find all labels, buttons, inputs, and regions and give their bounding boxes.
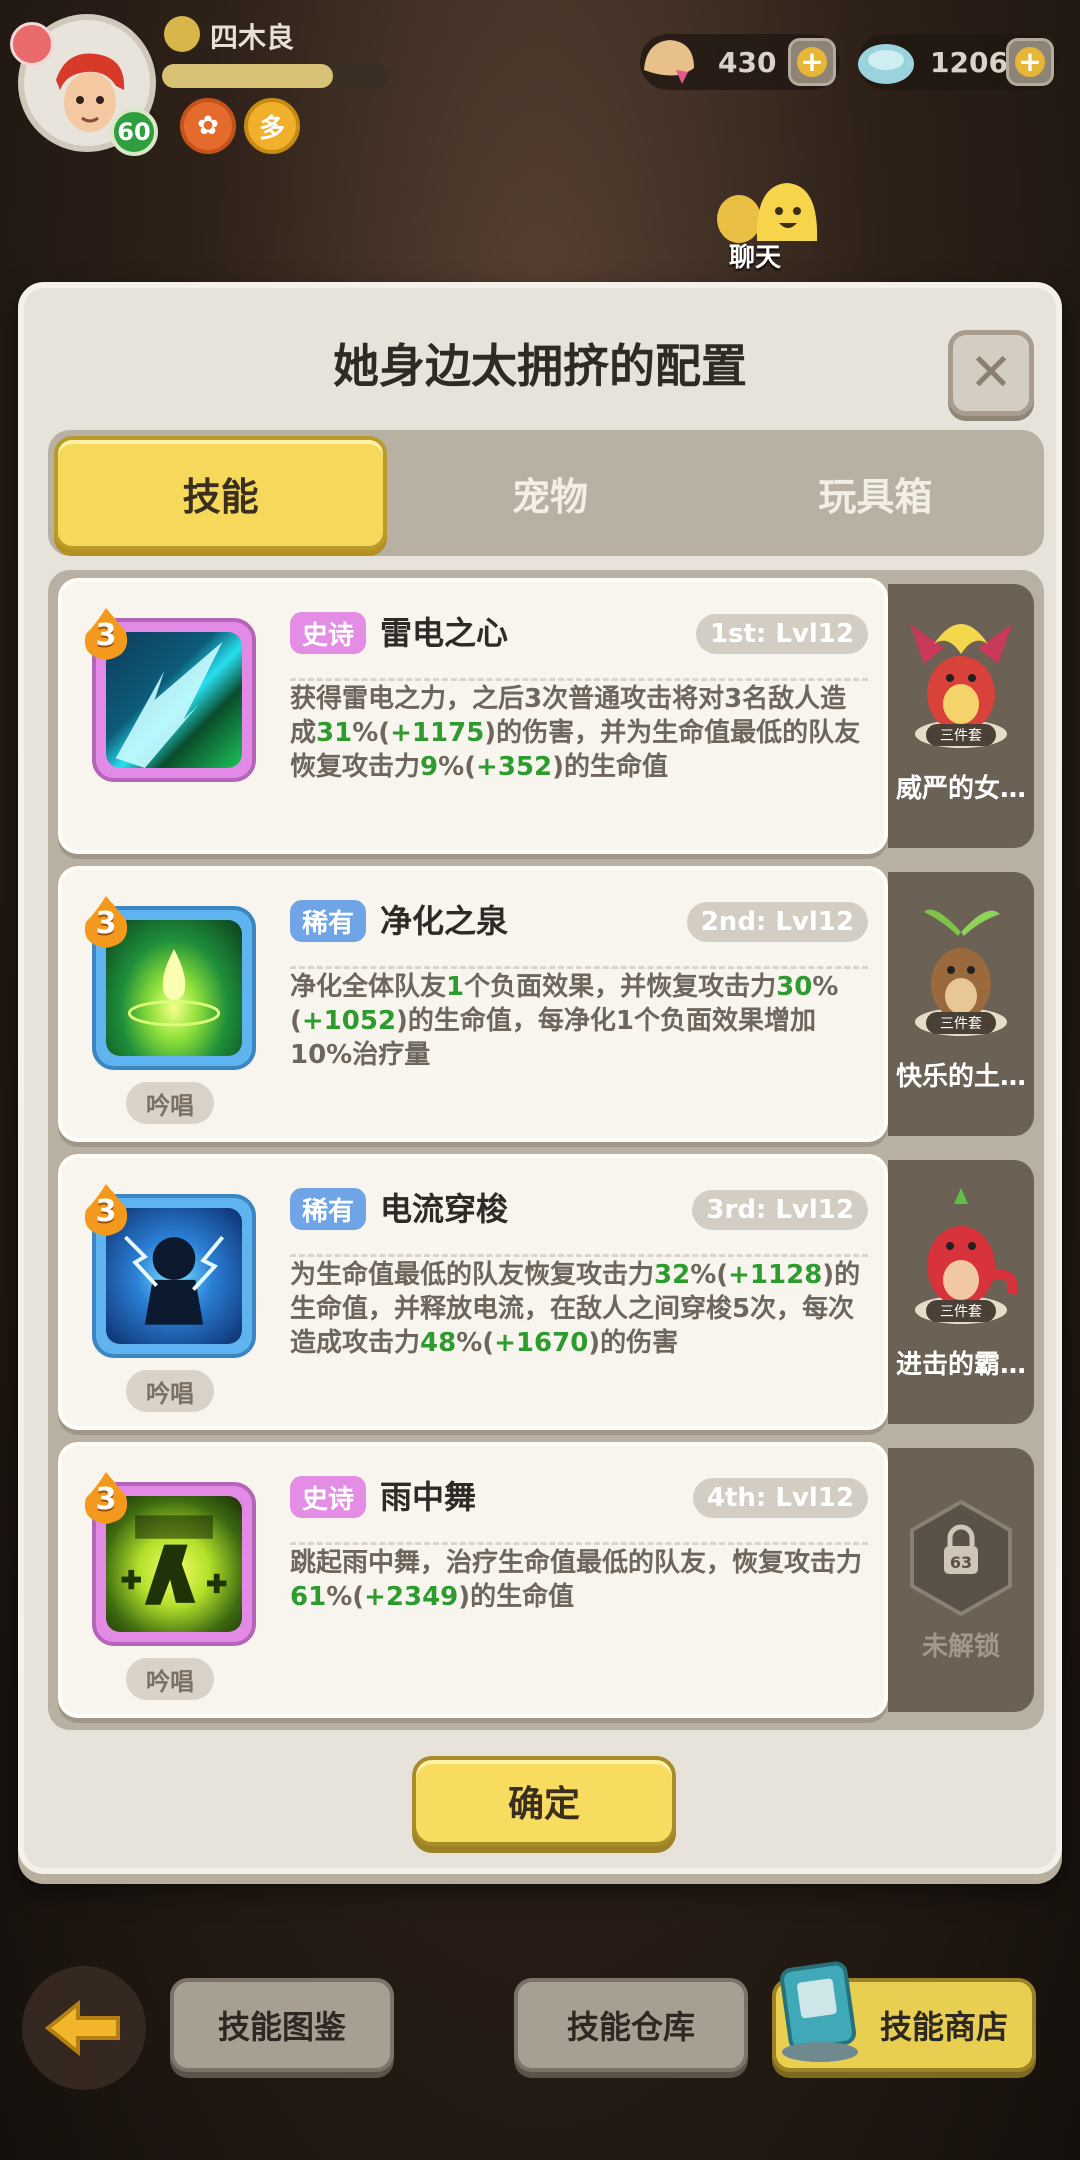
skill-card[interactable]: 3 吟唱 史诗 雨中舞 4th: Lvl12 跳起雨中舞，治疗生命值最低的队友，… [58, 1442, 888, 1718]
gold-shell-amount: 430 [718, 45, 777, 79]
divider [290, 966, 868, 969]
chat-button[interactable]: 聊天 [705, 175, 845, 285]
diamond-shell-icon [858, 44, 914, 84]
add-gold-shell-button[interactable]: + [788, 38, 836, 86]
locked-pet-slot: 63 未解锁 [888, 1448, 1034, 1712]
pet-name: 进击的霸… [895, 1350, 1026, 1380]
linked-pet-slot[interactable]: 三件套 进击的霸… [888, 1160, 1034, 1424]
skill-description: 获得雷电之力，之后3次普通攻击将对3名敌人造成31%(+1175)的伤害，并为生… [290, 684, 861, 782]
rarity-badge: 稀有 [290, 1188, 367, 1230]
back-button[interactable] [22, 1966, 146, 2090]
chant-tag: 吟唱 [126, 1082, 214, 1124]
player-name: 四木良 [210, 21, 295, 54]
experience-bar [162, 64, 390, 88]
skill-level: 3 [95, 1482, 117, 1517]
skill-card[interactable]: 3 吟唱 稀有 电流穿梭 3rd: Lvl12 为生命值最低的队友恢复攻击力32… [58, 1154, 888, 1430]
tab-bar: 技能 宠物 玩具箱 [48, 430, 1044, 556]
skill-list: 3 史诗 雷电之心 1st: Lvl12 获得雷电之力，之后3次普通攻击将对3名… [48, 570, 1044, 1730]
skill-description: 为生命值最低的队友恢复攻击力32%(+1128)的生命值，并释放电流，在敌人之间… [290, 1260, 861, 1358]
skill-row: 3 吟唱 史诗 雨中舞 4th: Lvl12 跳起雨中舞，治疗生命值最低的队友，… [58, 1442, 1034, 1718]
confirm-button[interactable]: 确定 [412, 1756, 676, 1846]
skill-name: 电流穿梭 [380, 1190, 509, 1228]
rarity-badge: 史诗 [290, 612, 367, 654]
pet-name: 快乐的土… [895, 1062, 1026, 1092]
linked-pet-slot[interactable]: 三件套 威严的女… [888, 584, 1034, 848]
chant-tag: 吟唱 [126, 1658, 214, 1700]
locked-label: 未解锁 [921, 1632, 1000, 1662]
skill-shop-machine-icon [780, 1961, 858, 2062]
player-level-badge: 60 [110, 108, 158, 156]
divider [290, 678, 868, 681]
skill-name: 雷电之心 [380, 614, 509, 652]
diamond-shell-counter: 1206 + [858, 34, 1058, 90]
skill-level: 3 [95, 906, 117, 941]
skill-row: 3 吟唱 稀有 净化之泉 2nd: Lvl12 净化全体队友1个负面效果，并恢复… [58, 866, 1034, 1142]
skill-shop-label: 技能商店 [879, 2008, 1008, 2046]
player-title-icon [164, 16, 200, 52]
avatar-frame-badge-icon [10, 22, 54, 66]
skill-slot-tag: 3rd: Lvl12 [692, 1190, 868, 1230]
diamond-shell-amount: 1206 [930, 45, 1008, 79]
experience-bar-fill [162, 64, 333, 88]
top-hud: 60 四木良 ✿ 多 430 + 1206 + 聊天 [0, 0, 1080, 273]
skill-level: 3 [95, 1194, 117, 1229]
add-diamond-shell-button[interactable]: + [1006, 38, 1054, 86]
unlock-level: 63 [950, 1553, 972, 1572]
divider [290, 1542, 868, 1545]
close-button[interactable]: ✕ [948, 330, 1034, 416]
pet-set-label: 三件套 [926, 1300, 996, 1322]
skill-name: 净化之泉 [380, 902, 509, 940]
guild-badge-icon[interactable]: ✿ [180, 98, 236, 154]
vip-badge-icon[interactable]: 多 [244, 98, 300, 154]
skill-shop-button[interactable]: 技能商店 [772, 1961, 1036, 2072]
back-arrow-icon [44, 1999, 120, 2057]
linked-pet-slot[interactable]: 三件套 快乐的土… [888, 872, 1034, 1136]
skill-slot-tag: 4th: Lvl12 [692, 1478, 868, 1518]
skill-slot-tag: 1st: Lvl12 [695, 614, 868, 654]
rarity-badge: 稀有 [290, 900, 367, 942]
loadout-dialog: 她身边太拥挤的配置 ✕ 技能 宠物 玩具箱 3 史诗 雷电之心 1st: Lvl… [18, 282, 1062, 1874]
skill-storage-button[interactable]: 技能仓库 [514, 1978, 748, 2072]
gold-shell-icon [644, 40, 694, 84]
divider [290, 1254, 868, 1257]
lock-icon: 63 [910, 1499, 1012, 1617]
skill-row: 3 吟唱 稀有 电流穿梭 3rd: Lvl12 为生命值最低的队友恢复攻击力32… [58, 1154, 1034, 1430]
pet-name: 威严的女… [895, 774, 1026, 804]
tab-skills[interactable]: 技能 [54, 436, 388, 550]
rarity-badge: 史诗 [290, 1476, 367, 1518]
tab-pets[interactable]: 宠物 [387, 436, 712, 550]
plus-icon: + [1015, 47, 1045, 77]
skill-name: 雨中舞 [380, 1478, 477, 1516]
skill-card[interactable]: 3 史诗 雷电之心 1st: Lvl12 获得雷电之力，之后3次普通攻击将对3名… [58, 578, 888, 854]
chat-label: 聊天 [729, 243, 782, 273]
chant-tag: 吟唱 [126, 1370, 214, 1412]
skill-row: 3 史诗 雷电之心 1st: Lvl12 获得雷电之力，之后3次普通攻击将对3名… [58, 578, 1034, 854]
pet-set-label: 三件套 [926, 724, 996, 746]
pet-set-label: 三件套 [926, 1012, 996, 1034]
skill-codex-button[interactable]: 技能图鉴 [170, 1978, 394, 2072]
skill-slot-tag: 2nd: Lvl12 [686, 902, 868, 942]
close-icon: ✕ [969, 343, 1013, 403]
dialog-title: 她身边太拥挤的配置 [333, 339, 747, 393]
plus-icon: + [797, 47, 827, 77]
skill-level: 3 [95, 618, 117, 653]
skill-description: 净化全体队友1个负面效果，并恢复攻击力30%(+1052)的生命值，每净化1个负… [290, 972, 839, 1070]
gold-shell-counter: 430 + [640, 34, 840, 90]
tab-toybox[interactable]: 玩具箱 [713, 436, 1038, 550]
skill-description: 跳起雨中舞，治疗生命值最低的队友，恢复攻击力61%(+2349)的生命值 [290, 1548, 863, 1612]
skill-card[interactable]: 3 吟唱 稀有 净化之泉 2nd: Lvl12 净化全体队友1个负面效果，并恢复… [58, 866, 888, 1142]
